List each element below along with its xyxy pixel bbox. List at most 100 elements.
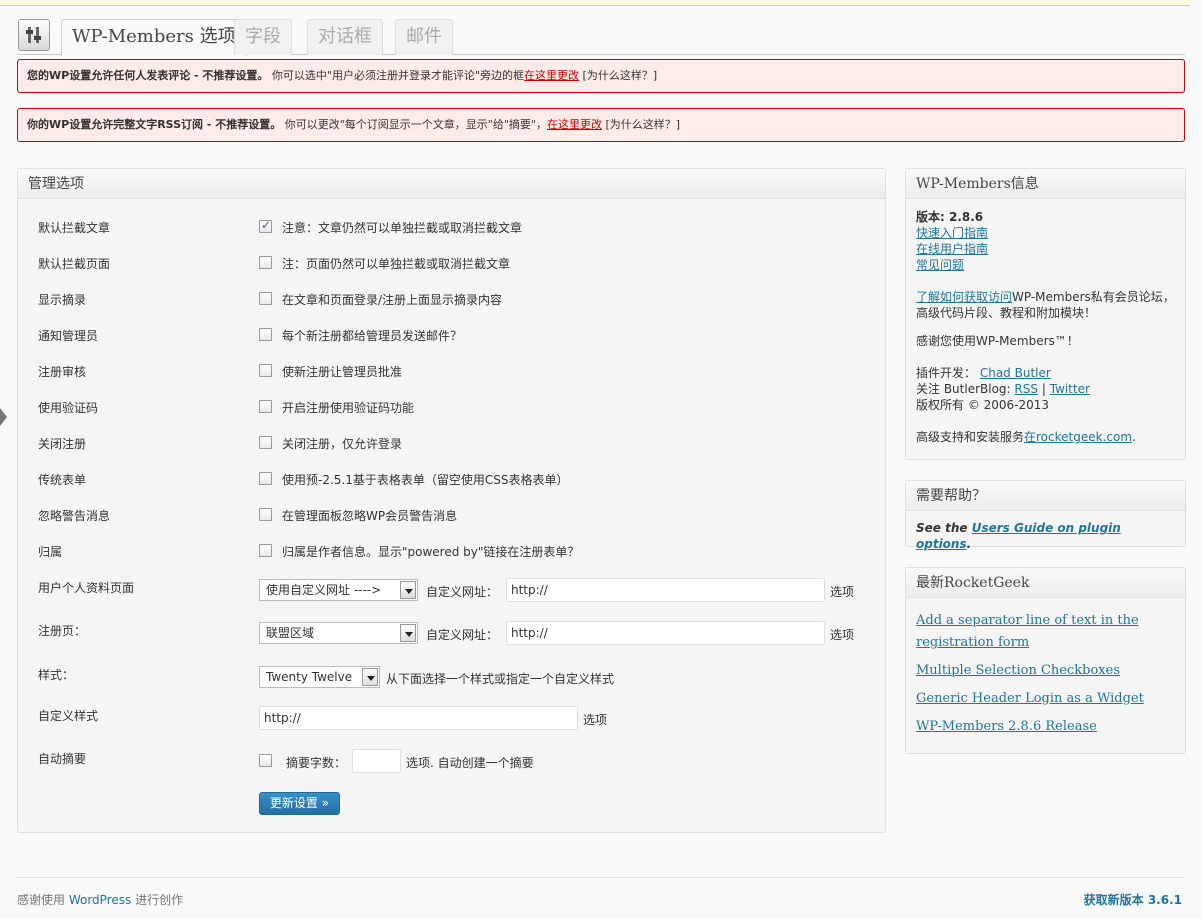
notice-bold: 你的WP设置允许完整文字RSS订阅 - 不推荐设置。 — [27, 118, 282, 131]
notice-change-link[interactable]: 在这里更改 — [524, 69, 579, 82]
separator: | — [1041, 382, 1046, 396]
style-select[interactable]: Twenty Twelve — [259, 666, 380, 688]
option-checkbox[interactable] — [259, 364, 272, 377]
error-notice-comments: 您的WP设置允许任何人发表评论 - 不推荐设置。 你可以选中"用户必须注册并登录… — [17, 59, 1185, 93]
info-body: 版本: 2.8.6 快速入门指南 在线用户指南 常见问题 了解如何获取访问WP-… — [906, 199, 1185, 455]
dropdown-arrow-icon — [400, 581, 416, 599]
rocketgeek-post-link[interactable]: Generic Header Login as a Widget — [916, 688, 1175, 710]
rocketgeek-post-link[interactable]: WP-Members 2.8.6 Release — [916, 716, 1175, 738]
option-text: 选项 — [830, 585, 855, 599]
option-checkbox[interactable] — [259, 436, 272, 449]
thanks-text: 感谢您使用WP-Members™！ — [916, 334, 1079, 348]
notice-change-link[interactable]: 在这里更改 — [547, 118, 602, 131]
custom-style-label: 自定义样式 — [38, 709, 99, 723]
option-label: 默认拦截文章 — [38, 221, 111, 235]
nav-tab-wrapper: WP-Members 选项 字段 对话框 邮件 — [17, 18, 1185, 56]
option-description: 关闭注册，仅允许登录 — [282, 437, 403, 451]
user-guide-link[interactable]: 在线用户指南 — [916, 242, 988, 256]
footer-credit: 感谢使用 WordPress 进行创作 — [17, 891, 183, 908]
tab-emails[interactable]: 邮件 — [395, 19, 453, 55]
faq-link[interactable]: 常见问题 — [916, 258, 964, 272]
wordpress-link[interactable]: WordPress — [69, 893, 131, 907]
custom-url-label: 自定义网址： — [426, 628, 499, 642]
option-text: 选项 — [583, 713, 608, 727]
option-description: 使用预-2.5.1基于表格表单（留空使用CSS表格表单） — [282, 473, 569, 487]
excerpt-words-label: 摘要字数： — [286, 756, 347, 770]
manage-options-title: 管理选项 — [18, 169, 885, 199]
error-notice-rss: 你的WP设置允许完整文字RSS订阅 - 不推荐设置。 你可以更改"每个订阅显示一… — [17, 108, 1185, 142]
follow-label: 关注 ButlerBlog: — [916, 382, 1011, 396]
info-box: WP-Members信息 版本: 2.8.6 快速入门指南 在线用户指南 常见问… — [905, 168, 1186, 460]
option-label: 传统表单 — [38, 473, 87, 487]
notice-why[interactable]: [为什么这样？] — [602, 118, 680, 131]
option-checkbox[interactable] — [259, 400, 272, 413]
footer-thanks: 感谢使用 — [17, 893, 69, 907]
collapse-arrow-icon[interactable] — [0, 408, 7, 426]
select-value: Twenty Twelve — [266, 670, 353, 684]
update-settings-button[interactable]: 更新设置 » — [259, 792, 340, 815]
option-checkbox[interactable] — [259, 292, 272, 305]
option-description: 注意：文章仍然可以单独拦截或取消拦截文章 — [282, 221, 523, 235]
option-description: 开启注册使用验证码功能 — [282, 401, 415, 415]
option-label: 忽略警告消息 — [38, 509, 111, 523]
select-value: 联盟区域 — [266, 626, 315, 640]
select-value: 使用自定义网址 ----> — [266, 583, 382, 597]
option-checkbox[interactable] — [259, 218, 272, 233]
register-url-input[interactable]: http:// — [506, 621, 825, 645]
footer-create: 进行创作 — [131, 893, 184, 907]
option-checkbox[interactable] — [259, 256, 272, 269]
learn-access-link[interactable]: 了解如何获取访问 — [916, 290, 1012, 304]
version-text: 版本: 2.8.6 — [916, 210, 984, 224]
auto-excerpt-checkbox[interactable] — [259, 754, 272, 767]
notice-why[interactable]: [为什么这样？] — [579, 69, 658, 82]
update-version-link[interactable]: 获取新版本 3.6.1 — [1084, 891, 1182, 908]
notice-bold: 您的WP设置允许任何人发表评论 - 不推荐设置。 — [27, 69, 269, 82]
option-label: 默认拦截页面 — [38, 257, 111, 271]
plugin-settings-icon — [18, 19, 50, 51]
option-checkbox[interactable] — [259, 472, 272, 485]
option-checkbox[interactable] — [259, 508, 272, 521]
option-label: 关闭注册 — [38, 437, 87, 451]
option-label: 通知管理员 — [38, 329, 99, 343]
top-notice-strip — [0, 0, 1190, 6]
dropdown-arrow-icon — [362, 668, 378, 686]
support-text: 高级支持和安装服务 — [916, 430, 1025, 444]
custom-style-input[interactable]: http:// — [259, 706, 578, 730]
rocketgeek-post-link[interactable]: Multiple Selection Checkboxes — [916, 660, 1175, 682]
dropdown-arrow-icon — [400, 624, 416, 642]
option-description: 在管理面板忽略WP会员警告消息 — [282, 509, 458, 523]
option-label: 使用验证码 — [38, 401, 99, 415]
info-title: WP-Members信息 — [906, 169, 1185, 199]
profile-page-label: 用户个人资料页面 — [38, 581, 135, 595]
developer-link[interactable]: Chad Butler — [980, 366, 1051, 380]
help-title: 需要帮助？ — [906, 481, 1185, 511]
notice-text: 你可以选中"用户必须注册并登录才能评论"旁边的框 — [271, 69, 525, 82]
rocketgeek-title: 最新RocketGeek — [906, 568, 1185, 598]
option-label: 注册审核 — [38, 365, 87, 379]
tab-options[interactable]: WP-Members 选项 — [61, 19, 247, 56]
rocketgeek-post-link[interactable]: Add a separator line of text in the regi… — [916, 610, 1175, 654]
profile-url-input[interactable]: http:// — [506, 578, 825, 602]
footer-divider — [17, 877, 1185, 878]
tab-dialogs[interactable]: 对话框 — [307, 19, 383, 55]
style-label: 样式： — [38, 668, 75, 682]
help-see: See the — [916, 521, 972, 535]
profile-page-select[interactable]: 使用自定义网址 ----> — [259, 579, 418, 601]
option-text: 选项 — [830, 628, 855, 642]
register-page-select[interactable]: 联盟区域 — [259, 622, 418, 644]
notice-text: 你可以更改"每个订阅显示一个文章，显示"给"摘要"， — [284, 118, 547, 131]
excerpt-words-input[interactable] — [352, 749, 401, 773]
manage-options-box: 管理选项 默认拦截文章 注意：文章仍然可以单独拦截或取消拦截文章默认拦截页面 注：页… — [17, 168, 886, 833]
rss-link[interactable]: RSS — [1014, 382, 1038, 396]
option-description: 使新注册让管理员批准 — [282, 365, 403, 379]
option-label: 归属 — [38, 545, 63, 559]
twitter-link[interactable]: Twitter — [1050, 382, 1090, 396]
option-description: 注：页面仍然可以单独拦截或取消拦截文章 — [282, 257, 511, 271]
tab-fields[interactable]: 字段 — [234, 19, 292, 55]
quick-start-link[interactable]: 快速入门指南 — [916, 226, 988, 240]
option-checkbox[interactable] — [259, 544, 272, 557]
help-end: . — [966, 537, 972, 551]
option-checkbox[interactable] — [259, 328, 272, 341]
option-description: 在文章和页面登录/注册上面显示摘录内容 — [282, 293, 503, 307]
rocketgeek-link[interactable]: 在rocketgeek.com — [1024, 430, 1132, 444]
